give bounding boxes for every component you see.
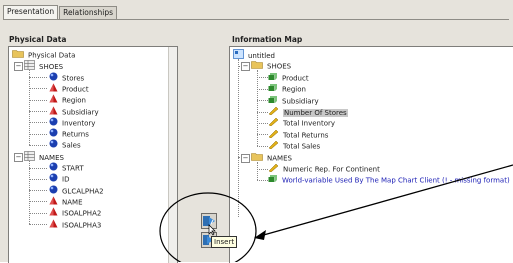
annotation-arrow-line: [259, 164, 513, 237]
annotation-circle: [159, 192, 257, 262]
annotation-overlay: [159, 164, 513, 262]
information-map-window: Presentation Relationships Physical Data…: [0, 0, 513, 263]
